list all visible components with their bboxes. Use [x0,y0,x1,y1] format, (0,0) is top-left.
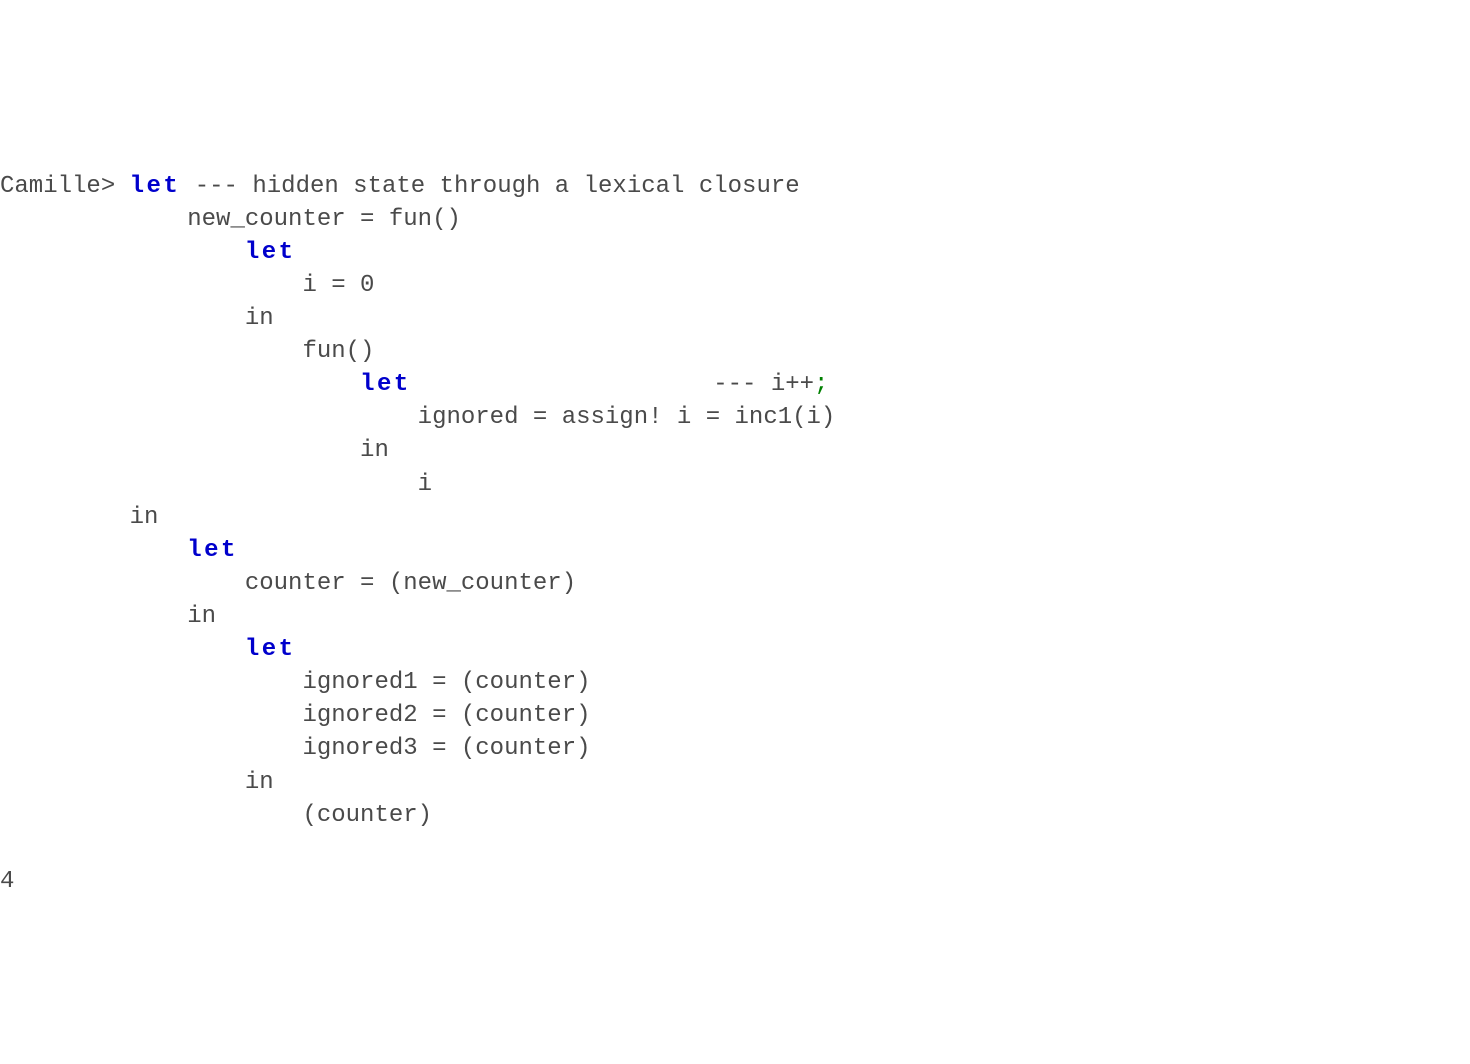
semicolon: ; [814,371,828,398]
code-line: in [0,603,216,630]
keyword-let: let [245,239,296,266]
prompt-text: Camille> [0,173,130,200]
code-line: i [0,471,432,498]
code-line: ignored3 = (counter) [0,735,591,762]
code-line: i = 0 [0,272,374,299]
result-output: 4 [0,868,14,895]
indent [0,239,245,266]
comment-text: --- i++ [411,371,814,398]
code-line: fun() [0,338,374,365]
keyword-let: let [360,371,411,398]
code-line: ignored1 = (counter) [0,669,591,696]
code-line: ignored = assign! i = inc1(i) [0,404,835,431]
code-block: Camille> let --- hidden state through a … [0,132,1470,898]
indent [0,537,187,564]
keyword-let: let [245,636,296,663]
indent [0,371,360,398]
code-line: in [0,504,158,531]
comment-text: --- hidden state through a lexical closu… [180,173,799,200]
code-line: ignored2 = (counter) [0,702,591,729]
keyword-let: let [187,537,238,564]
code-line: in [0,305,274,332]
keyword-let: let [130,173,181,200]
code-line: (counter) [0,802,432,829]
code-line: in [0,437,389,464]
code-line: new_counter = fun() [0,206,461,233]
code-line: in [0,769,274,796]
indent [0,636,245,663]
code-line: counter = (new_counter) [0,570,576,597]
